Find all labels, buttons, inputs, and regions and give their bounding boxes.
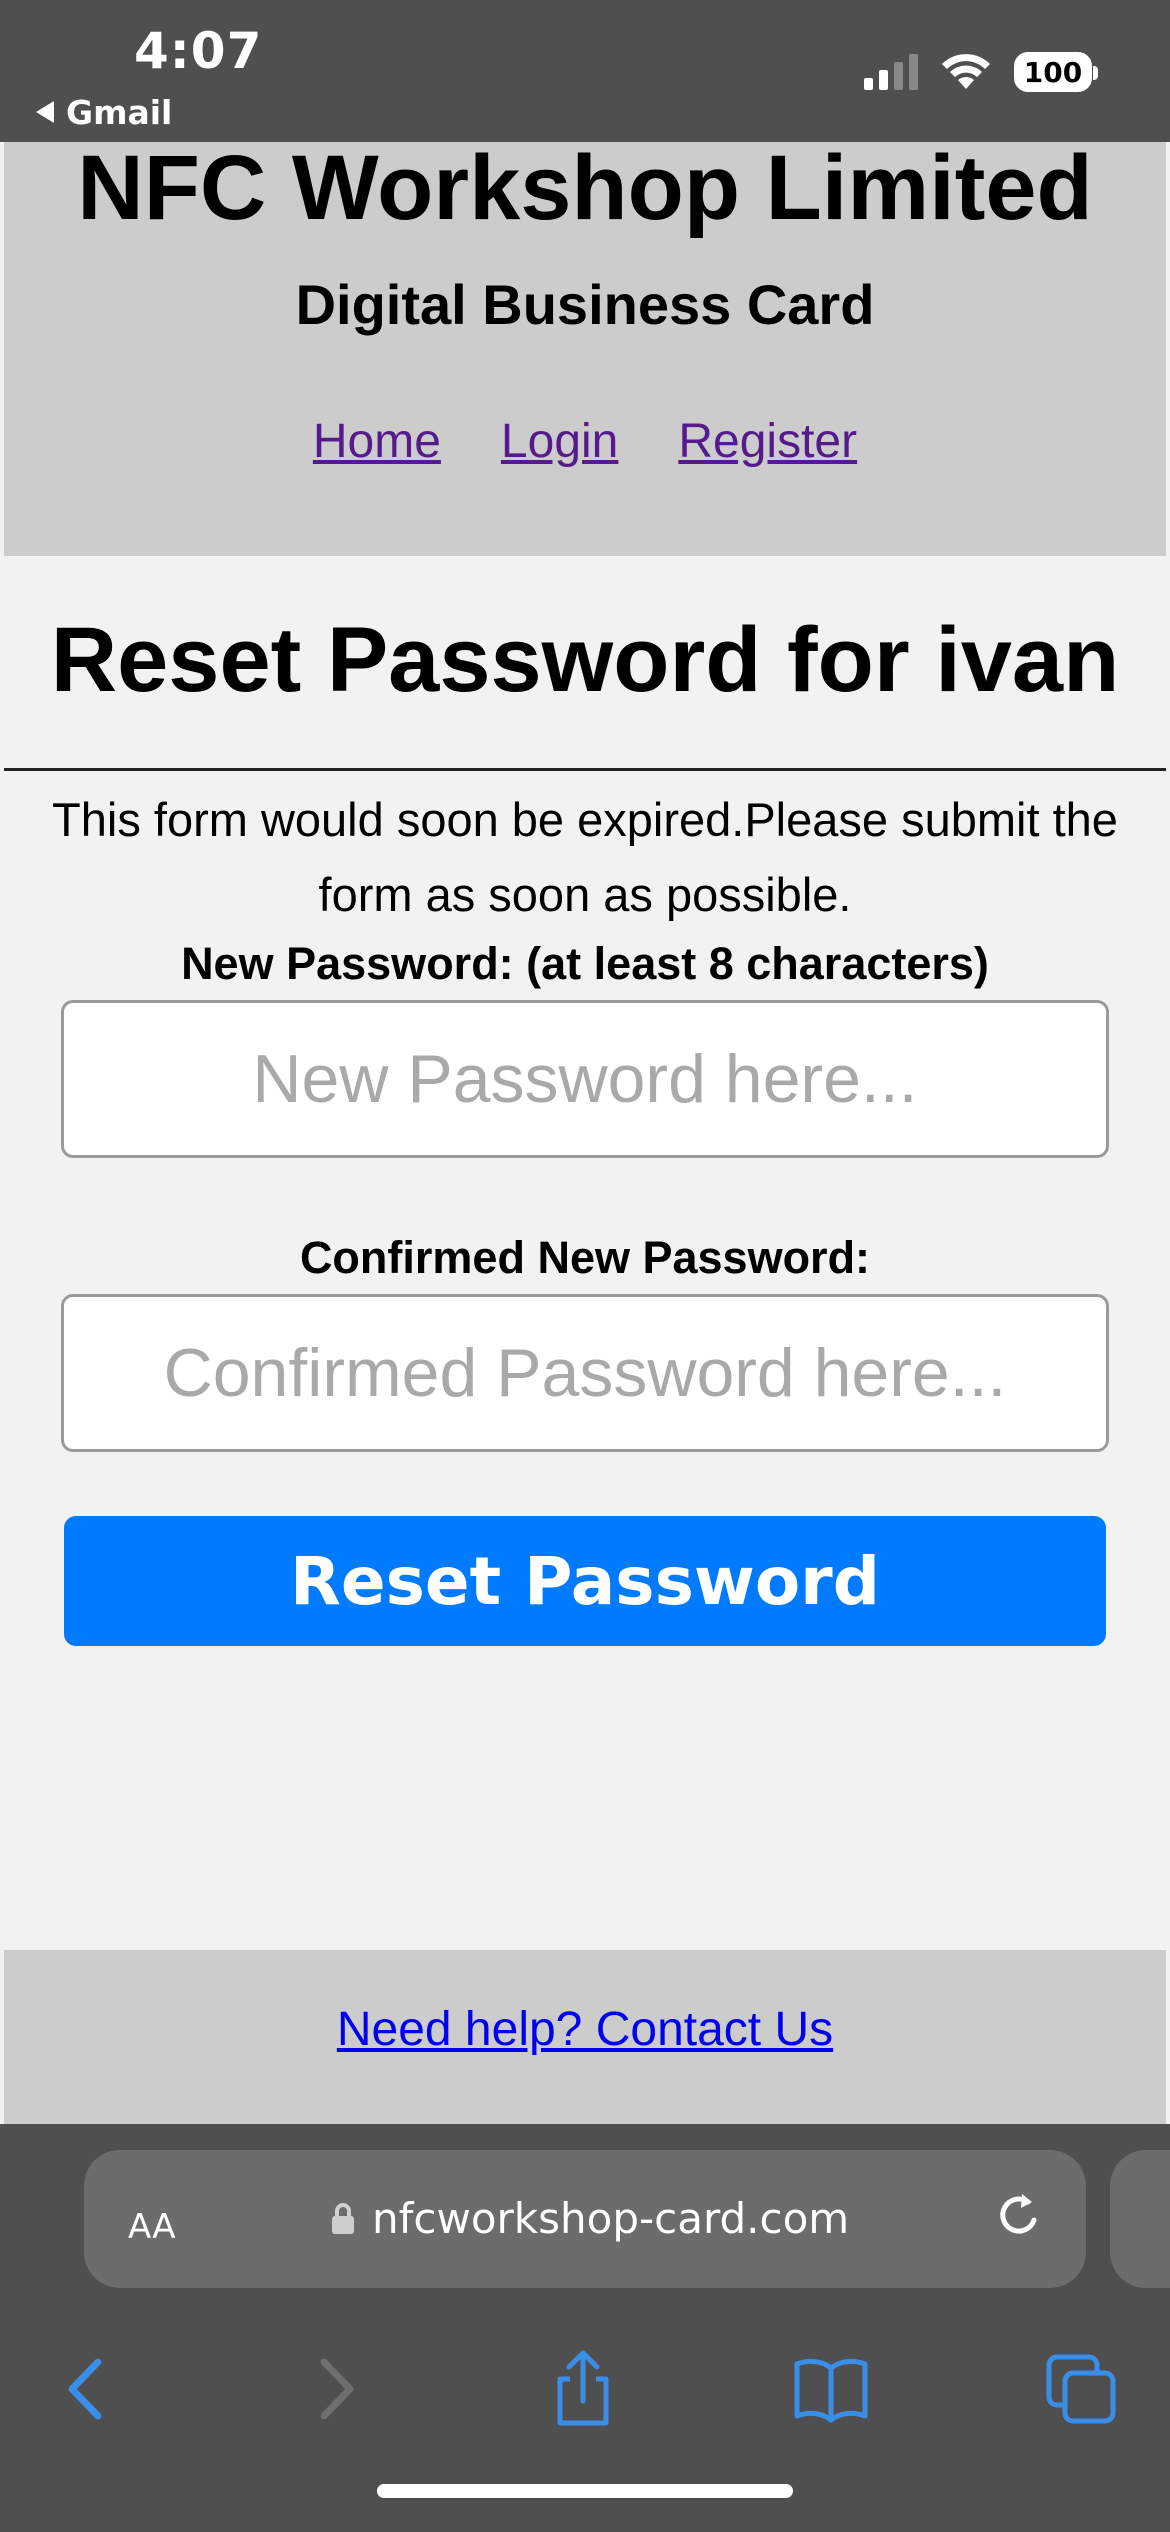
battery-icon: 100 — [1014, 52, 1098, 92]
new-password-input[interactable] — [61, 1000, 1109, 1158]
back-to-app-button[interactable]: Gmail — [36, 92, 172, 132]
nav-home-link[interactable]: Home — [313, 414, 441, 469]
site-title: NFC Workshop Limited — [77, 137, 1093, 239]
new-password-label: New Password: (at least 8 characters) — [181, 938, 989, 989]
tabs-icon — [1046, 2354, 1116, 2424]
nav-login-link[interactable]: Login — [501, 414, 618, 469]
reset-password-button[interactable]: Reset Password — [64, 1516, 1106, 1646]
next-tab-preview[interactable] — [1110, 2150, 1170, 2288]
site-nav: Home Login Register — [4, 414, 1166, 469]
battery-level: 100 — [1023, 55, 1083, 89]
status-time: 4:07 — [134, 22, 263, 80]
forward-button[interactable] — [292, 2344, 382, 2434]
address-bar[interactable]: AA nfcworkshop-card.com — [84, 2150, 1086, 2288]
page-title: Reset Password for ivan — [50, 609, 1120, 711]
back-icon — [68, 2358, 102, 2420]
safari-toolbar — [0, 2324, 1170, 2454]
confirm-password-label: Confirmed New Password: — [299, 1232, 871, 1283]
nav-register-link[interactable]: Register — [678, 414, 857, 469]
home-indicator[interactable] — [377, 2484, 793, 2498]
expiry-notice: This form would soon be expired.Please s… — [52, 793, 1118, 921]
back-button[interactable] — [40, 2344, 130, 2434]
share-icon — [557, 2350, 609, 2426]
back-app-label: Gmail — [66, 92, 173, 132]
reader-options-button[interactable]: AA — [128, 2194, 175, 2250]
bookmarks-button[interactable] — [786, 2344, 876, 2434]
site-header: NFC Workshop Limited Digital Business Ca… — [4, 142, 1166, 556]
site-footer: Need help? Contact Us — [4, 1950, 1166, 2124]
browser-toolbar: AA nfcworkshop-card.com — [0, 2124, 1170, 2532]
status-bar: 4:07 Gmail 100 — [0, 0, 1170, 142]
contact-us-link[interactable]: Need help? Contact Us — [4, 2002, 1166, 2057]
cellular-signal-icon — [864, 54, 918, 90]
site-subtitle: Digital Business Card — [295, 273, 875, 336]
back-triangle-icon — [36, 101, 54, 123]
wifi-icon — [942, 54, 990, 89]
share-button[interactable] — [538, 2344, 628, 2434]
confirm-password-input[interactable] — [61, 1294, 1109, 1452]
url-text: nfcworkshop-card.com — [372, 2194, 850, 2243]
status-indicators: 100 — [864, 52, 1098, 92]
forward-icon — [320, 2358, 354, 2420]
reload-icon — [1000, 2194, 1037, 2234]
aa-label: AA — [128, 2207, 176, 2247]
lock-icon — [332, 2202, 354, 2234]
tabs-button[interactable] — [1036, 2344, 1126, 2434]
divider — [4, 768, 1166, 771]
reload-button[interactable] — [990, 2186, 1050, 2251]
bookmarks-icon — [794, 2358, 868, 2423]
